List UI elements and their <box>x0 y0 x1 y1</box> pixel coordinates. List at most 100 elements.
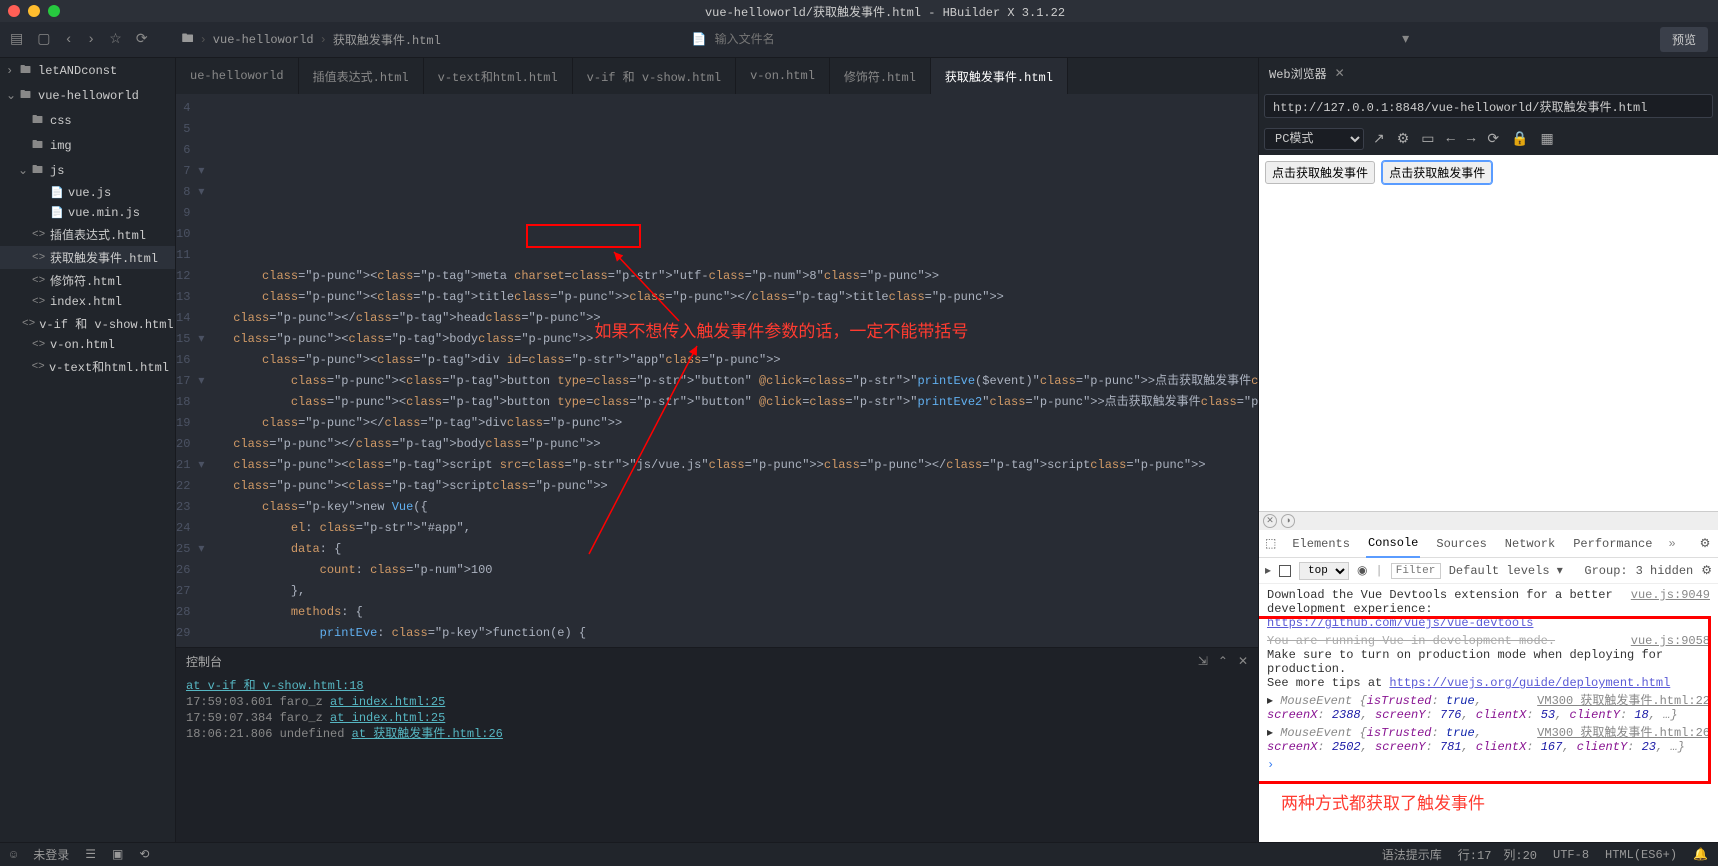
filter-icon[interactable]: ▾ <box>1402 31 1409 48</box>
lock-icon[interactable]: 🔒 <box>1508 131 1531 148</box>
tree-item[interactable]: <>修饰符.html <box>0 269 175 292</box>
language-mode[interactable]: HTML(ES6+) <box>1605 848 1677 862</box>
close-icon[interactable]: ✕ <box>1238 654 1248 669</box>
tree-item[interactable]: 🖿img <box>0 133 175 158</box>
hidden-count[interactable]: 3 hidden <box>1636 564 1694 578</box>
file-explorer[interactable]: ›🖿letANDconst ⌄🖿vue-helloworld 🖿css 🖿img… <box>0 58 176 842</box>
search-input[interactable] <box>715 33 915 47</box>
preview-button[interactable]: 预览 <box>1660 27 1708 52</box>
qr-icon[interactable]: ▦ <box>1538 131 1557 148</box>
login-status[interactable]: 未登录 <box>33 846 69 863</box>
html-file-icon: <> <box>32 275 46 287</box>
close-icon[interactable]: ✕ <box>1335 66 1345 81</box>
forward-icon[interactable]: → <box>1464 131 1478 147</box>
html-file-icon: <> <box>32 361 45 373</box>
link[interactable]: https://github.com/vuejs/vue-devtools <box>1267 616 1533 630</box>
clear-console-icon[interactable] <box>1279 565 1291 577</box>
page-button-2[interactable]: 点击获取触发事件 <box>1382 161 1492 184</box>
editor-tabs[interactable]: ue-helloworld 插值表达式.html v-text和html.htm… <box>176 58 1258 94</box>
dt-tab-console[interactable]: Console <box>1366 530 1420 558</box>
dt-tab-network[interactable]: Network <box>1503 531 1557 557</box>
breadcrumb-file[interactable]: 获取触发事件.html <box>333 31 441 48</box>
console-settings-icon[interactable]: ⚙ <box>1701 563 1712 578</box>
new-file-icon[interactable]: ▤ <box>10 31 23 48</box>
url-input[interactable] <box>1264 94 1713 118</box>
window-close[interactable] <box>8 5 20 17</box>
code-area[interactable]: 如果不想传入触发事件参数的话，一定不能带括号 class="p-punc"><c… <box>204 94 1258 647</box>
export-icon[interactable]: ⇲ <box>1198 654 1208 669</box>
tree-item[interactable]: <>index.html <box>0 292 175 312</box>
collapse-icon[interactable]: ⌃ <box>1218 654 1228 669</box>
devices-icon[interactable]: ▭ <box>1418 131 1437 148</box>
tab[interactable]: ue-helloworld <box>176 58 299 94</box>
console-tab[interactable]: 控制台 <box>186 653 222 670</box>
browser-tab-label[interactable]: Web浏览器 <box>1269 65 1327 82</box>
live-expr-icon[interactable]: ◉ <box>1357 563 1367 578</box>
page-button-1[interactable]: 点击获取触发事件 <box>1265 161 1375 184</box>
terminal-icon[interactable]: ▣ <box>112 847 123 862</box>
toggle-drawer-icon[interactable]: ▸ <box>1265 563 1271 578</box>
refresh-icon[interactable]: ⟳ <box>136 31 148 48</box>
dt-tab-performance[interactable]: Performance <box>1571 531 1654 557</box>
tree-item-active[interactable]: <>获取触发事件.html <box>0 246 175 269</box>
tree-item[interactable]: 🖿css <box>0 108 175 133</box>
cursor-pos[interactable]: 行:17 列:20 <box>1458 846 1537 863</box>
breadcrumb[interactable]: 🖿 › vue-helloworld › 获取触发事件.html <box>182 29 441 50</box>
browser-viewport[interactable]: 点击获取触发事件 点击获取触发事件 ✕ ◑ ⬚ Elements Console… <box>1259 155 1718 786</box>
refresh-icon[interactable]: ⟳ <box>1484 131 1502 148</box>
open-external-icon[interactable]: ↗ <box>1370 131 1388 148</box>
encoding[interactable]: UTF-8 <box>1553 848 1589 862</box>
console-output[interactable]: at v-if 和 v-show.html:1817:59:03.601 far… <box>176 674 1258 842</box>
html-file-icon: <> <box>32 296 46 308</box>
tab[interactable]: v-text和html.html <box>424 58 573 94</box>
tree-item[interactable]: 📄vue.min.js <box>0 203 175 223</box>
bell-icon[interactable]: 🔔 <box>1693 847 1708 862</box>
toolbar-search[interactable]: 📄 <box>692 32 915 47</box>
tree-item[interactable]: ⌄🖿js <box>0 158 175 183</box>
forward-icon[interactable]: › <box>87 32 95 48</box>
levels-select[interactable]: Default levels ▾ <box>1449 563 1563 578</box>
save-icon[interactable]: ▢ <box>37 31 50 48</box>
more-tabs-icon[interactable]: » <box>1668 537 1675 551</box>
devtools-settings-icon[interactable]: ⚙ <box>1700 536 1711 551</box>
tab[interactable]: v-on.html <box>736 58 830 94</box>
user-icon[interactable]: ☺ <box>10 848 17 862</box>
tab[interactable]: v-if 和 v-show.html <box>573 58 736 94</box>
tree-item[interactable]: <>v-if 和 v-show.html <box>0 312 175 335</box>
window-minimize[interactable] <box>28 5 40 17</box>
tree-item[interactable]: ›🖿letANDconst <box>0 58 175 83</box>
devtools-dock-icon[interactable]: ◑ <box>1281 514 1295 528</box>
tree-item[interactable]: <>v-on.html <box>0 335 175 355</box>
link[interactable]: https://vuejs.org/guide/deployment.html <box>1389 676 1670 690</box>
folder-icon: 🖿 <box>182 29 194 50</box>
settings-icon[interactable]: ⚙ <box>1394 131 1413 148</box>
mode-select[interactable]: PC模式 <box>1264 128 1364 150</box>
tab[interactable]: 插值表达式.html <box>299 58 424 94</box>
syntax-hint[interactable]: 语法提示库 <box>1382 846 1442 863</box>
tree-item[interactable]: <>插值表达式.html <box>0 223 175 246</box>
dt-tab-sources[interactable]: Sources <box>1434 531 1488 557</box>
dt-tab-elements[interactable]: Elements <box>1290 531 1352 557</box>
code-editor[interactable]: 4567891011121314151617181920212223242526… <box>176 94 1258 647</box>
filter-input[interactable] <box>1391 563 1441 579</box>
devtools-tabs[interactable]: ⬚ Elements Console Sources Network Perfo… <box>1259 530 1718 558</box>
tree-item[interactable]: 📄vue.js <box>0 183 175 203</box>
back-icon[interactable]: ‹ <box>64 32 72 48</box>
titlebar: vue-helloworld/获取触发事件.html - HBuilder X … <box>0 0 1718 22</box>
tab-active[interactable]: 获取触发事件.html <box>931 58 1068 94</box>
window-maximize[interactable] <box>48 5 60 17</box>
back-icon[interactable]: ← <box>1444 131 1458 147</box>
sync-icon[interactable]: ⟲ <box>139 847 149 862</box>
devtools-console-output[interactable]: vue.js:9049Download the Vue Devtools ext… <box>1259 584 1718 786</box>
tab[interactable]: 修饰符.html <box>830 58 931 94</box>
tree-item[interactable]: <>v-text和html.html <box>0 355 175 378</box>
tree-item[interactable]: ⌄🖿vue-helloworld <box>0 83 175 108</box>
breadcrumb-project[interactable]: vue-helloworld <box>213 33 314 47</box>
devtools-close-icon[interactable]: ✕ <box>1263 514 1277 528</box>
browser-panel: Web浏览器 ✕ PC模式 ↗ ⚙ ▭ ← → ⟳ 🔒 ▦ 点击获取触发事件 点… <box>1258 58 1718 842</box>
outline-icon[interactable]: ☰ <box>85 847 96 862</box>
star-icon[interactable]: ☆ <box>109 31 122 48</box>
annotation-text-2: 两种方式都获取了触发事件 <box>1281 789 1485 814</box>
context-select[interactable]: top <box>1299 562 1349 580</box>
inspect-icon[interactable]: ⬚ <box>1265 536 1276 551</box>
